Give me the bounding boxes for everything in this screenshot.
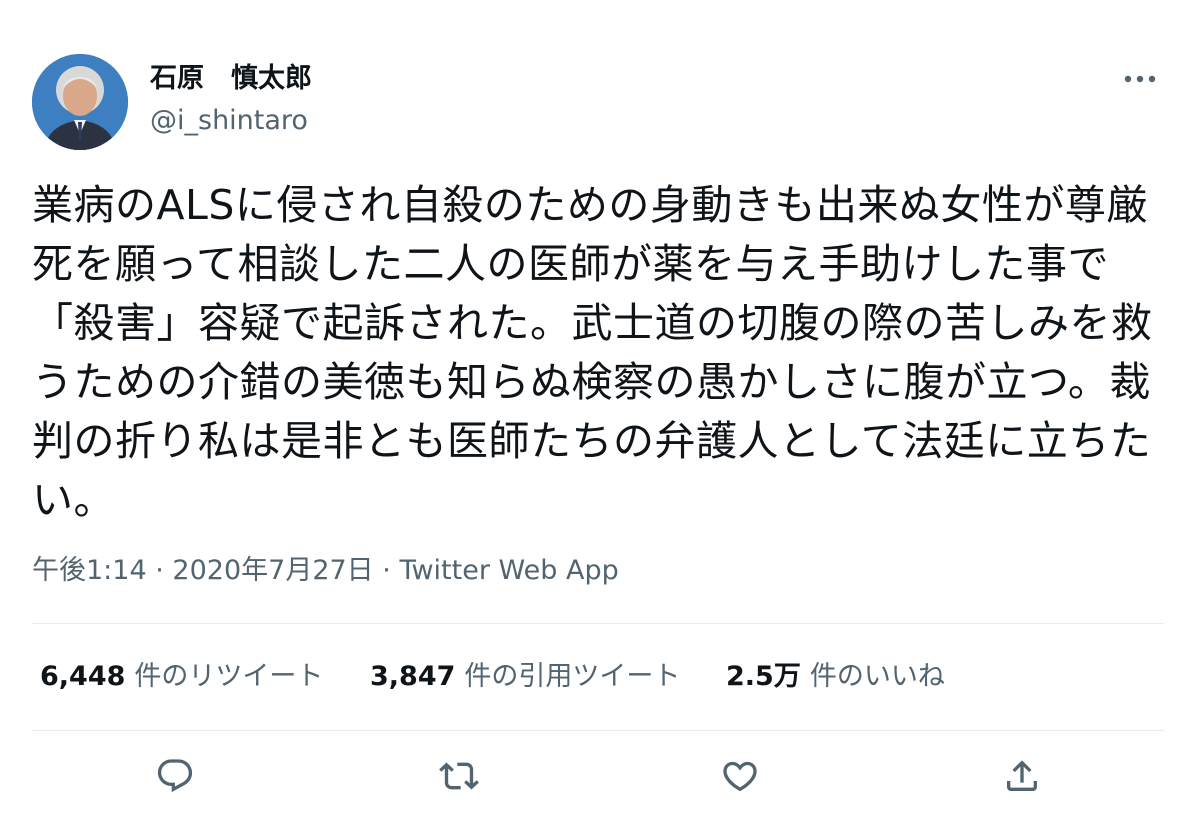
meta-separator: · (155, 555, 164, 586)
reply-icon (157, 759, 193, 793)
user-handle[interactable]: @i_shintaro (150, 104, 308, 138)
reply-button[interactable] (147, 748, 203, 804)
avatar[interactable] (32, 54, 128, 150)
retweets-stat[interactable]: 6,448 件のリツイート (40, 660, 370, 694)
action-bar (0, 748, 1198, 806)
retweets-label: 件のリツイート (134, 661, 324, 692)
divider (32, 730, 1164, 731)
tweet-date: 2020年7月27日 (172, 555, 374, 586)
likes-stat[interactable]: 2.5万 件のいいね (726, 660, 945, 694)
likes-label: 件のいいね (809, 661, 945, 692)
meta-separator: · (382, 555, 391, 586)
tweet-metadata: 午後1:14 · 2020年7月27日 · Twitter Web App (32, 554, 619, 588)
tweet-text: 業病のALSに侵され自殺のための身動きも出来ぬ女性が尊厳死を願って相談した二人の… (32, 181, 1153, 524)
display-name[interactable]: 石原 慎太郎 (150, 62, 312, 96)
likes-count: 2.5万 (726, 661, 801, 692)
quotes-count: 3,847 (370, 661, 456, 692)
tweet-source[interactable]: Twitter Web App (399, 555, 618, 586)
retweet-icon (439, 762, 479, 790)
retweets-count: 6,448 (40, 661, 126, 692)
retweet-button[interactable] (431, 748, 487, 804)
share-button[interactable] (994, 748, 1050, 804)
more-button[interactable] (1120, 62, 1160, 96)
more-horizontal-icon (1124, 75, 1156, 83)
heart-icon (723, 761, 757, 792)
divider (32, 623, 1164, 624)
share-icon (1007, 760, 1037, 791)
tweet-card: 石原 慎太郎 @i_shintaro 業病のALSに侵され自殺のための身動きも出… (0, 0, 1198, 820)
quotes-label: 件の引用ツイート (464, 661, 681, 692)
like-button[interactable] (712, 748, 768, 804)
tweet-time: 午後1:14 (32, 555, 147, 586)
quotes-stat[interactable]: 3,847 件の引用ツイート (370, 660, 726, 694)
tweet-timestamp[interactable]: 午後1:14 · 2020年7月27日 (32, 555, 374, 586)
avatar-image (32, 54, 128, 150)
engagement-stats: 6,448 件のリツイート 3,847 件の引用ツイート 2.5万 件のいいね (40, 660, 945, 694)
